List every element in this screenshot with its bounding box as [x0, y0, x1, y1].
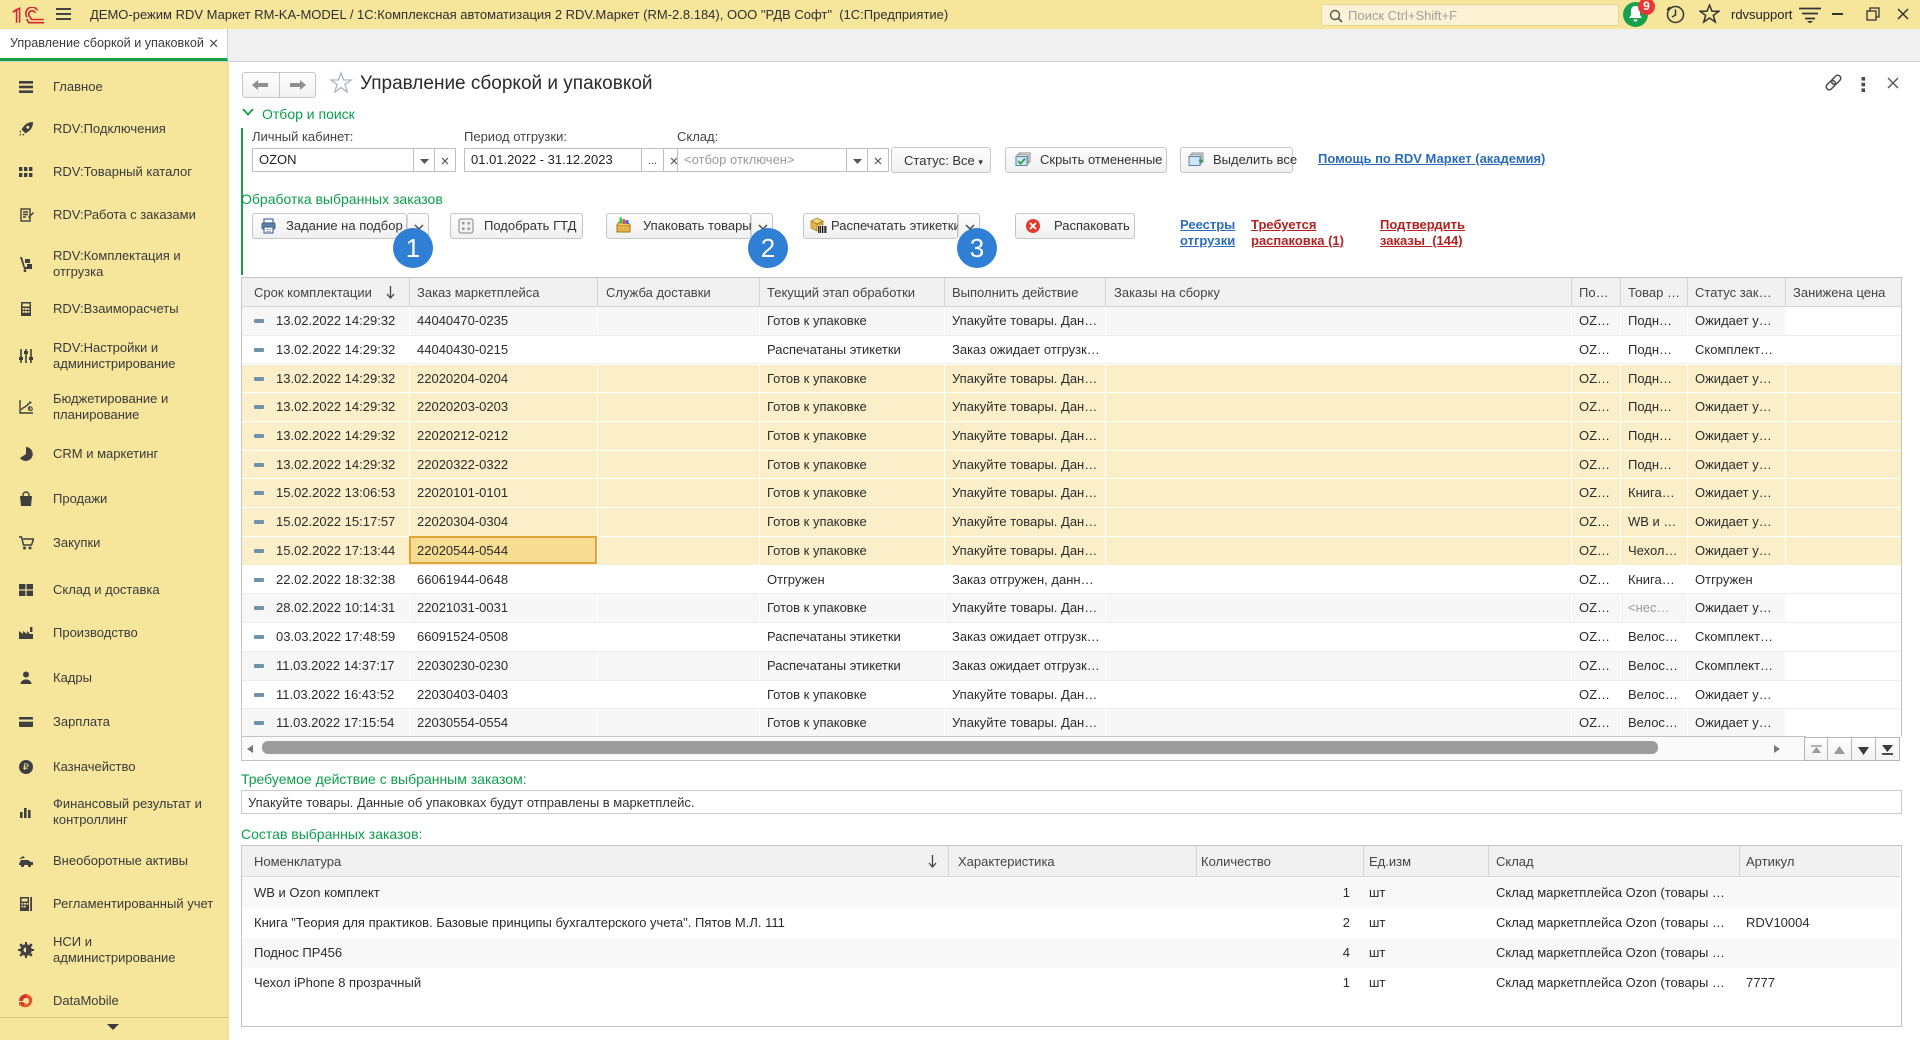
svg-text:₽: ₽: [29, 405, 33, 412]
svg-text:₽: ₽: [23, 762, 29, 772]
svg-text:m: m: [19, 1002, 24, 1008]
